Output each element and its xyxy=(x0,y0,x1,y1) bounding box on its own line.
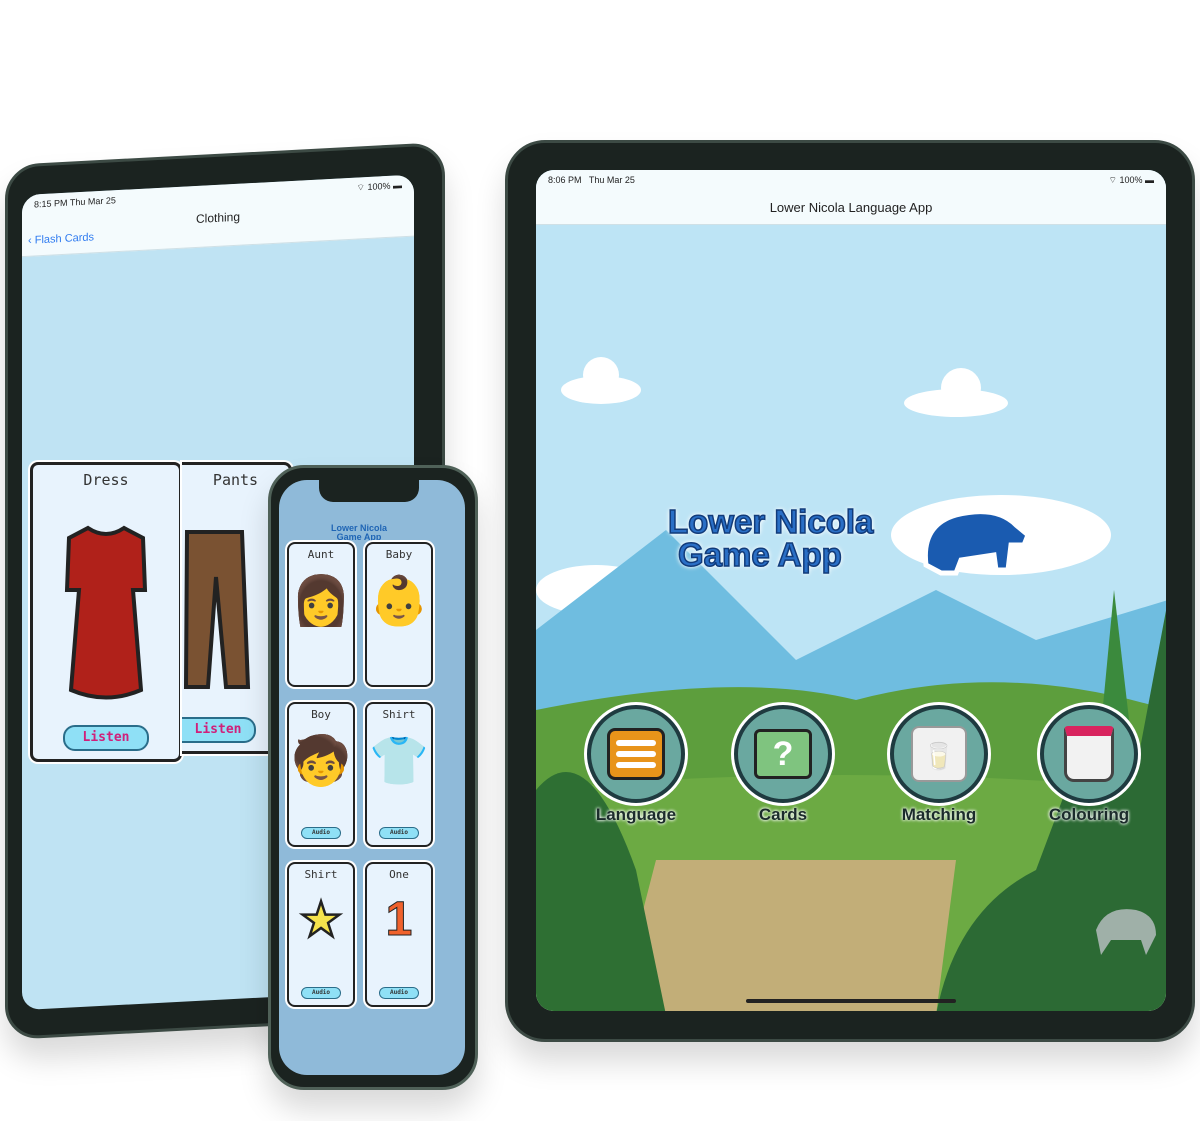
status-bar: 8:06 PM Thu Mar 25 ⌔ 100% ▬ xyxy=(536,170,1166,191)
card-title: One xyxy=(389,868,409,881)
flash-card-dress[interactable]: Dress Listen xyxy=(30,462,182,762)
listen-button[interactable]: Listen xyxy=(182,717,256,743)
card-title: Baby xyxy=(385,548,413,561)
aunt-image: 👩 xyxy=(291,575,352,629)
audio-button[interactable]: Audio xyxy=(301,987,341,999)
right-tablet: 8:06 PM Thu Mar 25 ⌔ 100% ▬ Lower Nicola… xyxy=(505,140,1195,1042)
audio-button[interactable]: Audio xyxy=(379,827,419,839)
right-tablet-screen: 8:06 PM Thu Mar 25 ⌔ 100% ▬ Lower Nicola… xyxy=(536,170,1166,1011)
menu-label: Language xyxy=(595,805,677,824)
card-title: Boy xyxy=(311,708,331,721)
number-one-image: 1 xyxy=(385,893,413,947)
home-indicator[interactable] xyxy=(746,999,956,1003)
status-date: Thu Mar 25 xyxy=(69,195,116,208)
flash-card[interactable]: Aunt 👩 xyxy=(287,542,355,687)
phone-screen: Lower Nicola Game App Aunt 👩 Baby 👶 Boy 🧒 A… xyxy=(279,480,465,1075)
status-date: Thu Mar 25 xyxy=(588,175,635,185)
menu-button-colouring[interactable]: Colouring xyxy=(1029,705,1149,825)
menu-lines-icon xyxy=(587,705,685,803)
menu-label: Colouring xyxy=(1048,805,1130,824)
flash-card[interactable]: Boy 🧒 Audio xyxy=(287,702,355,847)
nav-bar: 8:15 PM Thu Mar 25 ⌔ 100% ▬ ‹ Flash Card… xyxy=(22,174,414,258)
page-title: Lower Nicola Language App xyxy=(769,200,933,215)
app-logo: Lower Nicola Game App xyxy=(330,523,387,542)
status-time: 8:15 PM xyxy=(34,197,68,210)
flash-card[interactable]: Baby 👶 xyxy=(365,542,433,687)
phone-notch xyxy=(319,480,419,502)
logo-line-2: Game App xyxy=(677,536,842,573)
listen-button[interactable]: Listen xyxy=(63,725,149,751)
battery-text: 100% xyxy=(367,180,391,193)
menu-button-matching[interactable]: 🥛 Matching xyxy=(879,705,999,825)
dress-image xyxy=(64,525,148,700)
card-title: Shirt xyxy=(304,868,338,881)
flash-card[interactable]: One 1 Audio xyxy=(365,862,433,1007)
game-logo: Lower Nicola Game App xyxy=(667,503,874,573)
nav-bar: 8:06 PM Thu Mar 25 ⌔ 100% ▬ Lower Nicola… xyxy=(536,170,1166,225)
menu-label: Cards xyxy=(758,805,808,824)
phone: Lower Nicola Game App Aunt 👩 Baby 👶 Boy 🧒 A… xyxy=(268,465,478,1090)
flash-card[interactable]: Shirt ★ Audio xyxy=(287,862,355,1007)
menu-button-cards[interactable]: ? Cards xyxy=(723,705,843,825)
audio-button[interactable]: Audio xyxy=(379,987,419,999)
status-time: 8:06 PM xyxy=(548,175,582,185)
audio-button[interactable]: Audio xyxy=(301,827,341,839)
cards-question-icon: ? xyxy=(734,705,832,803)
menu-label: Matching xyxy=(901,805,977,824)
battery-indicator: ⌔ 100% ▬ xyxy=(356,180,402,193)
logo-line-1: Lower Nicola xyxy=(667,503,874,540)
card-title: Shirt xyxy=(382,708,416,721)
bear-logo-icon xyxy=(922,509,1031,576)
pants-image xyxy=(183,530,251,689)
battery-text: 100% xyxy=(1119,175,1143,185)
flash-card[interactable]: Shirt 👕 Audio xyxy=(365,702,433,847)
boy-image: 🧒 xyxy=(291,735,352,789)
card-title: Dress xyxy=(83,471,129,489)
menu-button-language[interactable]: Language xyxy=(576,705,696,825)
paint-bucket-icon xyxy=(1040,705,1138,803)
chevron-left-icon: ‹ xyxy=(28,234,35,247)
battery-indicator: ⌔ 100% ▬ xyxy=(1108,175,1154,185)
milk-carton-icon: 🥛 xyxy=(890,705,988,803)
card-title: Aunt xyxy=(307,548,335,561)
landscape-background xyxy=(536,170,1166,1011)
star-image: ★ xyxy=(299,894,343,948)
baby-image: 👶 xyxy=(369,575,430,629)
shirt-image: 👕 xyxy=(369,735,430,789)
